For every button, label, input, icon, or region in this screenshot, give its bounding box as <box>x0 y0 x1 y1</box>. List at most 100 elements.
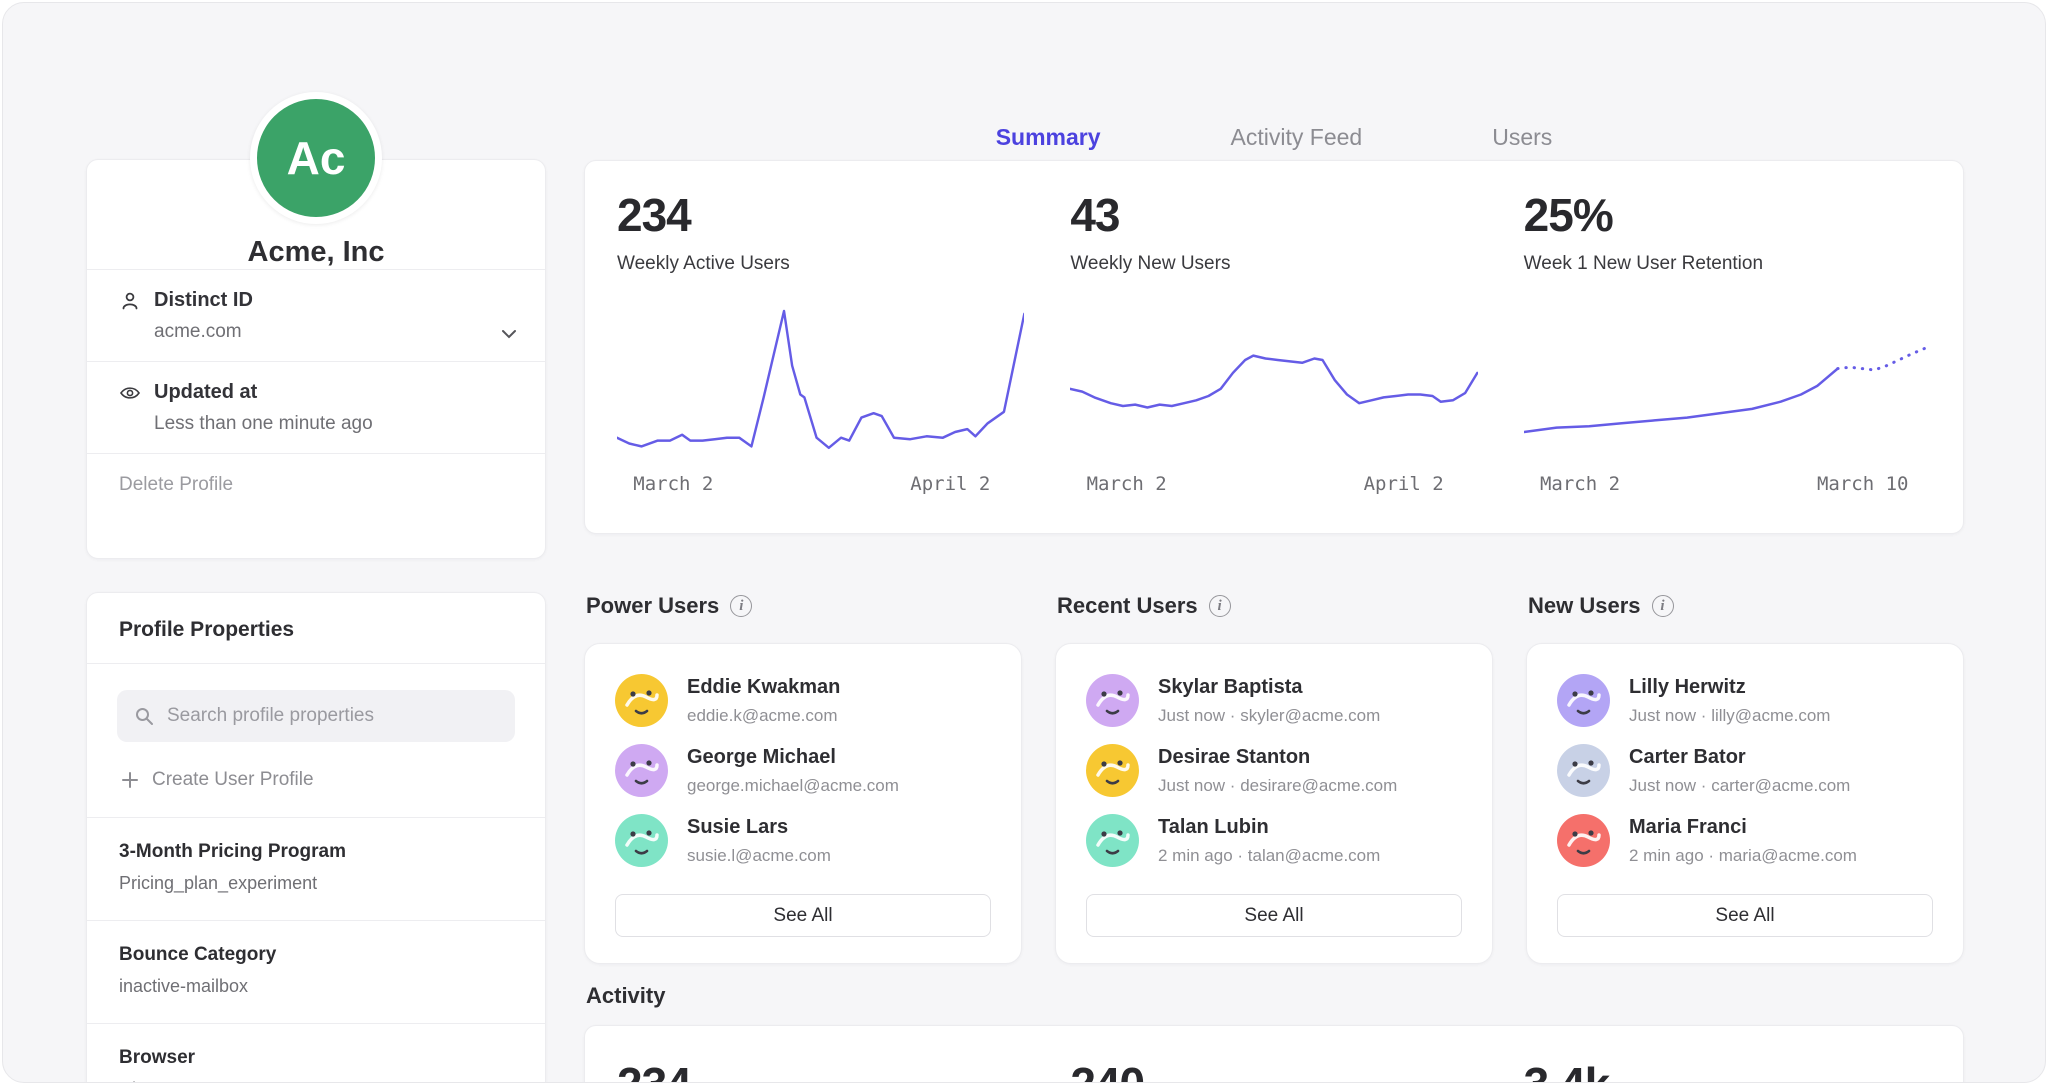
recent-users-title: Recent Users <box>1057 593 1198 619</box>
user-subtext: eddie.k@acme.com <box>687 706 840 726</box>
stat-label: Week 1 New User Retention <box>1524 253 1931 275</box>
company-avatar: Ac <box>250 92 382 224</box>
recent-users-card: Skylar Baptista Just now · skyler@acme.c… <box>1055 643 1493 964</box>
company-name: Acme, Inc <box>87 236 545 269</box>
tab-activity-feed[interactable]: Activity Feed <box>1227 113 1367 161</box>
user-name: Eddie Kwakman <box>687 674 840 699</box>
x-tick: April 2 <box>910 473 990 495</box>
search-input[interactable] <box>167 705 499 727</box>
stat-value: 234 <box>617 188 1024 242</box>
profile-properties-search[interactable] <box>117 690 515 742</box>
user-avatar <box>1557 814 1610 867</box>
activity-stat: 240 <box>1070 1057 1477 1083</box>
power-users-title: Power Users <box>586 593 719 619</box>
delete-profile-button[interactable]: Delete Profile <box>87 453 545 516</box>
user-avatar <box>1086 814 1139 867</box>
user-row[interactable]: Carter Bator Just now · carter@acme.com <box>1557 744 1933 797</box>
recent-users-section: Recent Users i Skylar Baptista Just now … <box>1055 579 1493 964</box>
user-name: Carter Bator <box>1629 744 1850 769</box>
stat-weekly-active-users: 234 Weekly Active Users March 2 April 2 <box>617 188 1024 506</box>
user-subtext: george.michael@acme.com <box>687 776 899 796</box>
user-subtext: Just now · skyler@acme.com <box>1158 706 1380 726</box>
property-name: Browser <box>119 1047 513 1069</box>
chevron-down-icon[interactable] <box>497 322 521 346</box>
distinct-id-value: acme.com <box>154 321 519 343</box>
user-avatar <box>1557 744 1610 797</box>
property-value: inactive-mailbox <box>119 976 513 997</box>
stat-label: Weekly Active Users <box>617 253 1024 275</box>
user-avatar <box>615 814 668 867</box>
see-all-button[interactable]: See All <box>615 894 991 937</box>
info-icon[interactable]: i <box>730 595 752 617</box>
profile-properties-title: Profile Properties <box>87 593 545 664</box>
stat-value: 25% <box>1524 188 1931 242</box>
tab-summary[interactable]: Summary <box>992 113 1105 161</box>
user-lists-row: Power Users i Eddie Kwakman eddie.k@acme… <box>584 579 1964 964</box>
property-name: 3-Month Pricing Program <box>119 841 513 863</box>
company-avatar-initials: Ac <box>287 131 346 185</box>
user-subtext: Just now · carter@acme.com <box>1629 776 1850 796</box>
user-avatar <box>615 674 668 727</box>
power-users-section: Power Users i Eddie Kwakman eddie.k@acme… <box>584 579 1022 964</box>
property-name: Bounce Category <box>119 944 513 966</box>
user-row[interactable]: George Michael george.michael@acme.com <box>615 744 991 797</box>
x-tick: March 2 <box>1087 473 1167 495</box>
user-row[interactable]: Maria Franci 2 min ago · maria@acme.com <box>1557 814 1933 867</box>
x-tick: March 2 <box>633 473 713 495</box>
user-row[interactable]: Susie Lars susie.l@acme.com <box>615 814 991 867</box>
stat-label: Weekly New Users <box>1070 253 1477 275</box>
updated-at-row: Updated at Less than one minute ago <box>87 361 545 453</box>
see-all-button[interactable]: See All <box>1086 894 1462 937</box>
user-subtext: 2 min ago · maria@acme.com <box>1629 846 1857 866</box>
weekly-new-users-sparkline <box>1070 303 1477 463</box>
see-all-button[interactable]: See All <box>1557 894 1933 937</box>
property-row[interactable]: 3-Month Pricing Program Pricing_plan_exp… <box>87 817 545 920</box>
distinct-id-row: Distinct ID acme.com <box>87 269 545 361</box>
x-tick: April 2 <box>1364 473 1444 495</box>
new-users-title: New Users <box>1528 593 1641 619</box>
user-row[interactable]: Talan Lubin 2 min ago · talan@acme.com <box>1086 814 1462 867</box>
weekly-active-users-sparkline <box>617 303 1024 463</box>
x-tick: March 2 <box>1540 473 1620 495</box>
user-name: George Michael <box>687 744 899 769</box>
user-row[interactable]: Lilly Herwitz Just now · lilly@acme.com <box>1557 674 1933 727</box>
app-frame: Ac Acme, Inc Distinct ID acme.com <box>2 2 2046 1083</box>
user-avatar <box>1557 674 1610 727</box>
user-avatar <box>615 744 668 797</box>
info-icon[interactable]: i <box>1652 595 1674 617</box>
eye-icon <box>119 382 141 404</box>
user-subtext: Just now · lilly@acme.com <box>1629 706 1830 726</box>
person-icon <box>119 290 141 312</box>
search-icon <box>133 705 155 727</box>
new-users-section: New Users i Lilly Herwitz Just now · lil… <box>1526 579 1964 964</box>
x-axis-ticks: March 2 April 2 <box>1070 473 1477 499</box>
stat-weekly-new-users: 43 Weekly New Users March 2 April 2 <box>1070 188 1477 506</box>
property-row[interactable]: Bounce Category inactive-mailbox <box>87 920 545 1023</box>
activity-title: Activity <box>586 983 665 1009</box>
profile-properties-card: Profile Properties Create User Profile <box>86 592 546 1083</box>
property-row[interactable]: Browser Chrome <box>87 1023 545 1083</box>
retention-sparkline <box>1524 303 1931 463</box>
new-users-card: Lilly Herwitz Just now · lilly@acme.com … <box>1526 643 1964 964</box>
user-row[interactable]: Eddie Kwakman eddie.k@acme.com <box>615 674 991 727</box>
activity-stat: 3.4k <box>1524 1057 1931 1083</box>
user-avatar <box>1086 744 1139 797</box>
user-name: Maria Franci <box>1629 814 1857 839</box>
create-user-profile-label: Create User Profile <box>152 769 314 791</box>
distinct-id-label: Distinct ID <box>154 289 253 312</box>
tab-users[interactable]: Users <box>1488 113 1556 161</box>
user-name: Desirae Stanton <box>1158 744 1397 769</box>
user-row[interactable]: Desirae Stanton Just now · desirare@acme… <box>1086 744 1462 797</box>
company-profile-card: Ac Acme, Inc Distinct ID acme.com <box>86 159 546 559</box>
stat-value: 43 <box>1070 188 1477 242</box>
info-icon[interactable]: i <box>1209 595 1231 617</box>
updated-at-value: Less than one minute ago <box>154 413 519 435</box>
user-name: Skylar Baptista <box>1158 674 1380 699</box>
user-name: Susie Lars <box>687 814 831 839</box>
user-name: Lilly Herwitz <box>1629 674 1830 699</box>
x-axis-ticks: March 2 March 10 <box>1524 473 1931 499</box>
user-row[interactable]: Skylar Baptista Just now · skyler@acme.c… <box>1086 674 1462 727</box>
stat-week1-retention: 25% Week 1 New User Retention March 2 Ma… <box>1524 188 1931 506</box>
create-user-profile-button[interactable]: Create User Profile <box>121 769 515 791</box>
profile-tabs: Summary Activity Feed Users <box>584 113 1964 161</box>
